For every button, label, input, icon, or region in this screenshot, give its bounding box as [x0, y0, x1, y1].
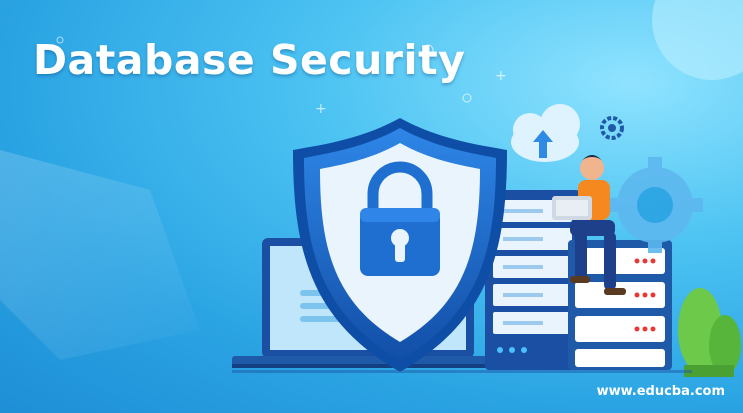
plant-icon [678, 288, 741, 377]
decor-panel [0, 150, 200, 360]
cloud-upload-icon [511, 104, 580, 162]
svg-text:+: + [315, 101, 327, 117]
svg-text:+: + [495, 68, 507, 84]
page-title: Database Security [33, 36, 466, 84]
watermark-text: www.educba.com [596, 384, 725, 399]
decor-circle [652, 0, 743, 80]
small-gear-icon [600, 116, 624, 140]
banner: + + Database Security www.educba.com [0, 0, 743, 413]
gear-icon [607, 157, 703, 253]
